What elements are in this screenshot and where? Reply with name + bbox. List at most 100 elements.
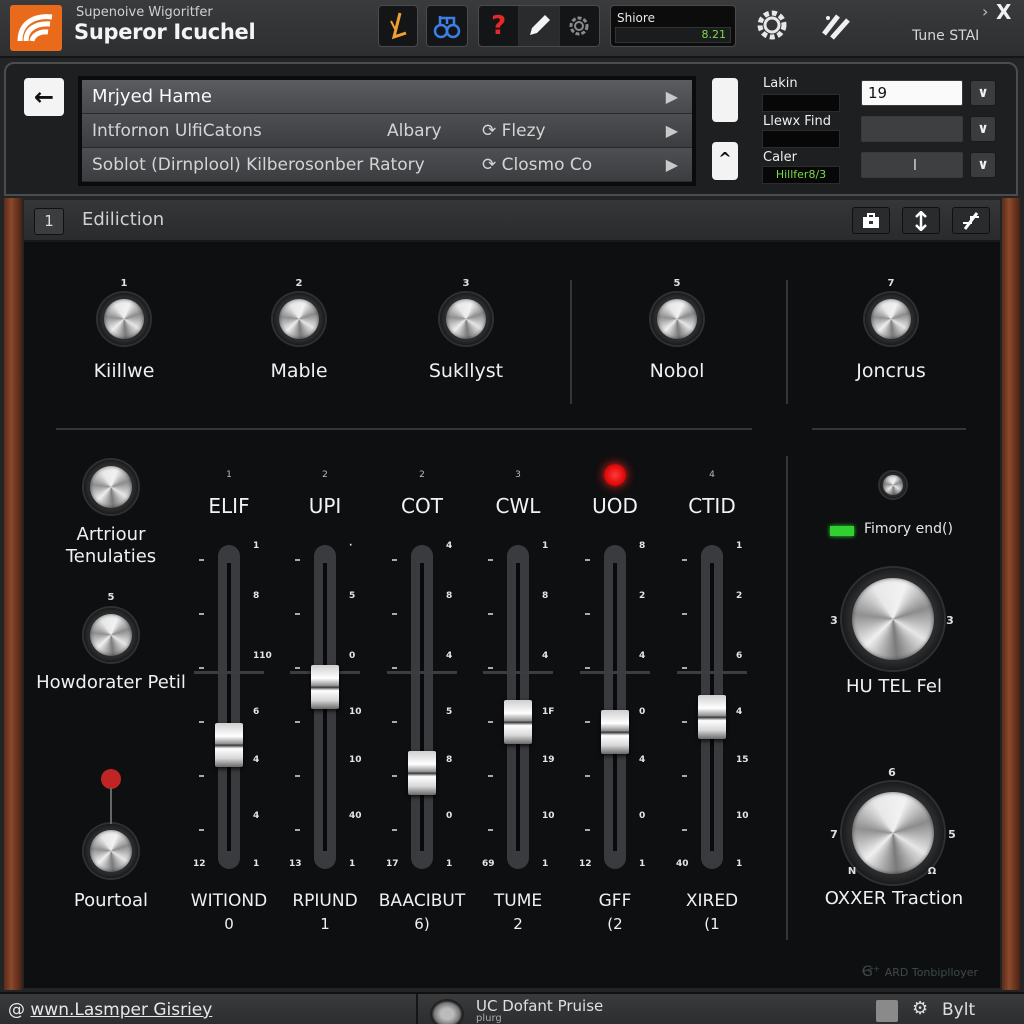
fader-cap[interactable]	[698, 695, 726, 740]
bypass-button[interactable]	[952, 207, 990, 234]
close-button[interactable]: X	[996, 0, 1011, 24]
play-icon[interactable]: ▶	[666, 148, 678, 182]
knob-1[interactable]	[273, 293, 325, 345]
knob-3[interactable]	[651, 293, 703, 345]
field-caler[interactable]: Hillfer8/3	[762, 166, 840, 184]
divider	[416, 994, 418, 1024]
collapse-chevron-icon[interactable]: ›	[982, 2, 988, 21]
small-knob[interactable]	[880, 472, 906, 498]
scale-mark	[488, 559, 493, 561]
website-link[interactable]: @ wwn.Lasmper Gisriey	[8, 1000, 212, 1020]
knob-label: Kiillwe	[93, 360, 155, 382]
store-label: Shiore	[617, 11, 655, 25]
fader-slot	[227, 563, 231, 851]
bag-icon[interactable]	[876, 1000, 898, 1022]
scale-label: 4	[639, 755, 646, 765]
dropdown-2-value[interactable]	[861, 116, 963, 142]
fader-cap[interactable]	[311, 664, 339, 709]
at-icon: @	[8, 1000, 31, 1020]
arrow-left-icon: ←	[33, 83, 55, 111]
scale-label: 5	[349, 591, 356, 601]
scale-label: 12	[579, 859, 592, 869]
scale-mark	[585, 667, 590, 669]
pencil-button[interactable]	[519, 6, 560, 46]
left-knob-1[interactable]	[84, 608, 138, 662]
draw-tool-icon	[390, 12, 407, 40]
scale-label: 4	[446, 541, 453, 551]
dropdown-1-button[interactable]: ∨	[970, 80, 996, 106]
fader-name: UOD	[592, 494, 638, 518]
left-knob-2[interactable]	[84, 824, 138, 878]
field-label-find: Llewx Find	[763, 114, 831, 129]
list-item[interactable]: Soblot (Dirnplool) Kilberosonber Ratory …	[82, 148, 692, 182]
back-button[interactable]: ←	[24, 78, 64, 116]
plugin-icon	[430, 999, 464, 1024]
device-title: Ediliction	[82, 209, 165, 230]
list-item[interactable]: Intfornon UlfiCatons Albary ⟳ Flezy ▶	[82, 114, 692, 148]
list-item[interactable]: Mrjyed Hame ▶	[82, 80, 692, 114]
instrument-button[interactable]	[426, 5, 468, 47]
fader-track[interactable]	[604, 545, 626, 869]
left-knob-0[interactable]	[84, 460, 138, 514]
field-lakin[interactable]	[762, 94, 840, 112]
refresh-icon: ⟳	[482, 121, 502, 141]
fader-cap[interactable]	[408, 750, 436, 795]
device-number: 1	[34, 208, 64, 235]
slash-tool-button[interactable]	[820, 10, 852, 44]
sort-button[interactable]	[902, 207, 940, 234]
fader-track[interactable]	[218, 545, 240, 869]
knob-4[interactable]	[865, 293, 917, 345]
fader-cap[interactable]	[601, 710, 629, 755]
knob-scale-label: 6	[888, 766, 896, 779]
fader-cap[interactable]	[215, 722, 243, 767]
scroll-block-button[interactable]	[712, 78, 738, 122]
settings-icon[interactable]: ⚙	[912, 998, 928, 1019]
scale-label: 10	[542, 811, 555, 821]
scale-mark	[295, 721, 300, 723]
scale-mark	[199, 667, 204, 669]
scroll-up-button[interactable]: ^	[712, 142, 738, 180]
preset-list: Mrjyed Hame ▶ Intfornon UlfiCatons Albar…	[78, 76, 696, 186]
fader-label: WITIOND	[190, 891, 268, 911]
chevron-up-icon: ^	[718, 149, 732, 168]
fader-track[interactable]	[411, 545, 433, 869]
fader-slot	[613, 563, 617, 851]
fader-label: BAACIBUT	[378, 891, 466, 911]
knob-hutel[interactable]	[842, 568, 944, 670]
fader-value: 1	[320, 915, 330, 933]
scale-mark	[392, 613, 397, 615]
play-icon[interactable]: ▶	[666, 80, 678, 114]
pencil-icon	[529, 15, 550, 35]
save-preset-button[interactable]	[852, 207, 890, 234]
dropdown-3-button[interactable]: ∨	[970, 152, 996, 178]
scale-label: ·	[349, 541, 353, 551]
fader-cap[interactable]	[504, 700, 532, 745]
unity-line	[677, 671, 747, 674]
bag-icon	[863, 212, 879, 228]
dropdown-3-value[interactable]: I	[861, 152, 963, 178]
knob-hutel-label: HU TEL Fel	[846, 676, 942, 697]
scale-label: 1	[253, 541, 260, 551]
scale-mark	[199, 721, 204, 723]
gear-button[interactable]	[754, 8, 790, 46]
dropdown-1-value[interactable]: 19	[861, 80, 963, 106]
scale-label: 0	[639, 707, 646, 717]
scale-label: 2	[639, 591, 646, 601]
draw-tool-button[interactable]	[378, 5, 418, 47]
settings-small-button[interactable]	[560, 6, 599, 46]
help-button[interactable]: ?	[479, 6, 520, 46]
scale-label: 4	[639, 651, 646, 661]
fader-label: GFF	[598, 891, 632, 911]
dropdown-2-button[interactable]: ∨	[970, 116, 996, 142]
scale-mark	[295, 613, 300, 615]
chevron-down-icon: ∨	[977, 85, 989, 101]
knob-cap	[279, 299, 319, 339]
knob-0[interactable]	[98, 293, 150, 345]
divider	[570, 280, 572, 404]
scale-label: 1	[736, 541, 743, 551]
field-find[interactable]	[762, 130, 840, 148]
fader-name: CTID	[688, 494, 736, 518]
play-icon[interactable]: ▶	[666, 114, 678, 148]
knob-cap	[90, 466, 132, 508]
knob-2[interactable]	[440, 293, 492, 345]
